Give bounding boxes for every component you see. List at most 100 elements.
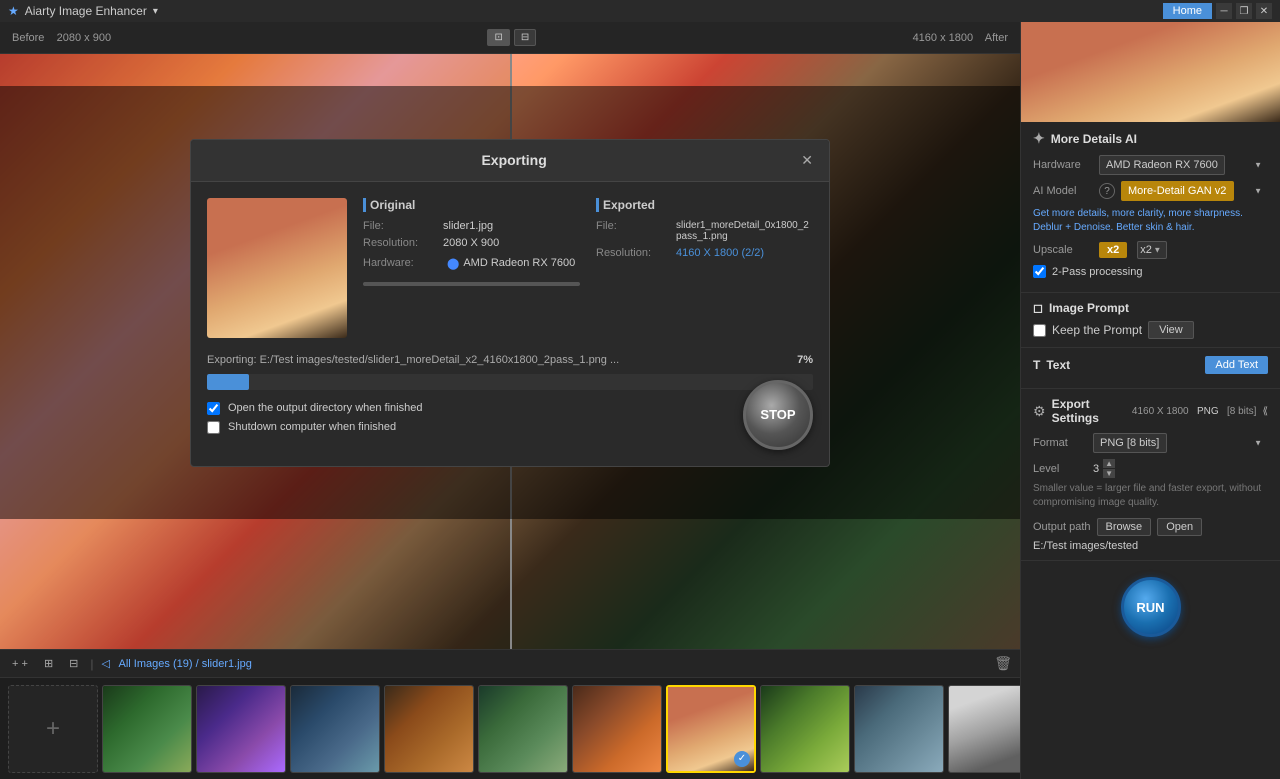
format-select[interactable]: PNG [8 bits] [1093,433,1167,453]
side-by-side-btn[interactable]: ⊟ [514,29,536,46]
keep-prompt-checkbox[interactable] [1033,324,1046,337]
before-resolution: 2080 x 900 [57,32,111,44]
two-pass-checkbox[interactable] [1033,265,1046,278]
top-bar: Before 2080 x 900 ⊡ ⊟ 4160 x 1800 After [0,22,1020,54]
list-item[interactable] [102,685,192,773]
thumb-image-5 [479,686,567,772]
list-item-selected[interactable]: ✓ [666,685,756,773]
delete-button[interactable]: 🗑 [994,655,1012,672]
text-section: T Text Add Text [1021,348,1280,389]
title-bar-controls: Home ─ ❐ ✕ [1163,3,1272,19]
output-path-value: E:/Test images/tested [1033,540,1268,552]
image-prompt-section: ◻ Image Prompt Keep the Prompt View [1021,293,1280,348]
grid-view-button[interactable]: ⊞ [40,655,57,672]
keep-prompt-label[interactable]: Keep the Prompt [1052,323,1142,337]
close-button[interactable]: ✕ [1256,3,1272,19]
sparkle-icon: ✦ [1033,130,1045,147]
orig-file-label: File: [363,220,443,232]
ai-model-select[interactable]: More-Detail GAN v2 [1121,181,1234,201]
image-prompt-header: ◻ Image Prompt [1033,301,1268,315]
app-title: Aiarty Image Enhancer [25,4,147,18]
upscale-select[interactable]: x2 [1137,241,1167,259]
export-path-row: Exporting: E:/Test images/tested/slider1… [207,354,813,366]
thumb-image-4 [385,686,473,772]
exp-file-label: File: [596,220,676,242]
filmstrip-toolbar: + + ⊞ ⊟ | ◁ All Images (19) / slider1.jp… [0,650,1020,678]
title-bar-left: ★ Aiarty Image Enhancer ▾ [8,4,158,18]
export-progress-fill [207,374,249,390]
stop-btn-container: STOP [743,380,813,450]
add-text-button[interactable]: Add Text [1205,356,1268,374]
list-item[interactable] [854,685,944,773]
dialog-info: Original File: slider1.jpg Resolution: 2… [363,198,813,338]
level-value: 3 [1093,463,1099,475]
upscale-select-wrapper: x2 [1137,241,1167,259]
export-progress-track [207,374,813,390]
orig-res-label: Resolution: [363,237,443,249]
list-item[interactable] [384,685,474,773]
dialog-title: Exporting [227,152,801,168]
level-down-button[interactable]: ▼ [1103,469,1115,478]
text-section-left: T Text [1033,358,1070,372]
browse-button[interactable]: Browse [1097,518,1152,536]
nav-back-icon[interactable]: ◁ [102,658,110,670]
home-button[interactable]: Home [1163,3,1212,19]
stop-button[interactable]: STOP [743,380,813,450]
hardware-row: Hardware AMD Radeon RX 7600 [1033,155,1268,175]
two-pass-label[interactable]: 2-Pass processing [1052,266,1143,278]
help-icon[interactable]: ? [1099,183,1115,199]
image-prompt-label: Image Prompt [1049,301,1129,315]
hw-value: AMD Radeon RX 7600 [463,257,575,269]
original-info-col: Original File: slider1.jpg Resolution: 2… [363,198,580,338]
list-item[interactable] [948,685,1020,773]
export-resolution-info: 4160 X 1800 PNG [8 bits] [1132,406,1257,417]
dialog-close-button[interactable]: ✕ [801,152,813,169]
exp-file-row: File: slider1_moreDetail_0x1800_2pass_1.… [596,220,813,242]
hardware-select[interactable]: AMD Radeon RX 7600 [1099,155,1225,175]
separator: | [90,657,93,671]
list-view-button[interactable]: ⊟ [65,655,82,672]
level-up-button[interactable]: ▲ [1103,459,1115,468]
hardware-row: Hardware: ⬤ AMD Radeon RX 7600 [363,257,580,270]
two-pass-row: 2-Pass processing [1033,265,1268,278]
exported-header: Exported [596,198,813,212]
shutdown-label[interactable]: Shutdown computer when finished [228,421,396,433]
shutdown-checkbox[interactable] [207,421,220,434]
open-output-checkbox[interactable] [207,402,220,415]
minimize-button[interactable]: ─ [1216,3,1232,19]
text-icon: T [1033,358,1040,372]
level-hint: Smaller value = larger file and faster e… [1033,482,1268,510]
open-output-label[interactable]: Open the output directory when finished [228,402,422,414]
restore-button[interactable]: ❐ [1236,3,1252,19]
add-images-button[interactable]: + + [8,656,32,672]
list-item[interactable] [572,685,662,773]
expand-icon[interactable]: ⟪ [1262,406,1268,417]
right-panel: ✦ More Details AI Hardware AMD Radeon RX… [1020,22,1280,779]
format-select-wrapper: PNG [8 bits] [1093,433,1268,453]
list-item[interactable] [196,685,286,773]
exp-res-value: 4160 X 1800 (2/2) [676,247,764,259]
dialog-checkboxes: Open the output directory when finished … [207,402,813,434]
all-images-link[interactable]: All Images (19) [119,658,193,670]
list-item[interactable] [290,685,380,773]
filmstrip-images: + [0,678,1020,779]
run-button[interactable]: RUN [1121,577,1181,637]
exp-res-row: Resolution: 4160 X 1800 (2/2) [596,247,813,259]
more-details-section: ✦ More Details AI Hardware AMD Radeon RX… [1021,122,1280,293]
add-image-thumb[interactable]: + [8,685,98,773]
before-label-area: Before 2080 x 900 [12,32,111,44]
export-settings-label: Export Settings [1052,397,1126,425]
dialog-thumbnail [207,198,347,338]
view-button[interactable]: View [1148,321,1194,339]
current-file-name: slider1.jpg [202,658,252,670]
thumb-image-6 [573,686,661,772]
split-view-btn[interactable]: ⊡ [487,29,509,46]
thumb-image-1 [103,686,191,772]
list-item[interactable] [760,685,850,773]
add-plus-icon: + [46,715,60,743]
prompt-icon: ◻ [1033,301,1043,315]
open-button[interactable]: Open [1157,518,1202,536]
run-btn-container: RUN [1021,561,1280,653]
dropdown-arrow-icon[interactable]: ▾ [153,6,158,17]
list-item[interactable] [478,685,568,773]
